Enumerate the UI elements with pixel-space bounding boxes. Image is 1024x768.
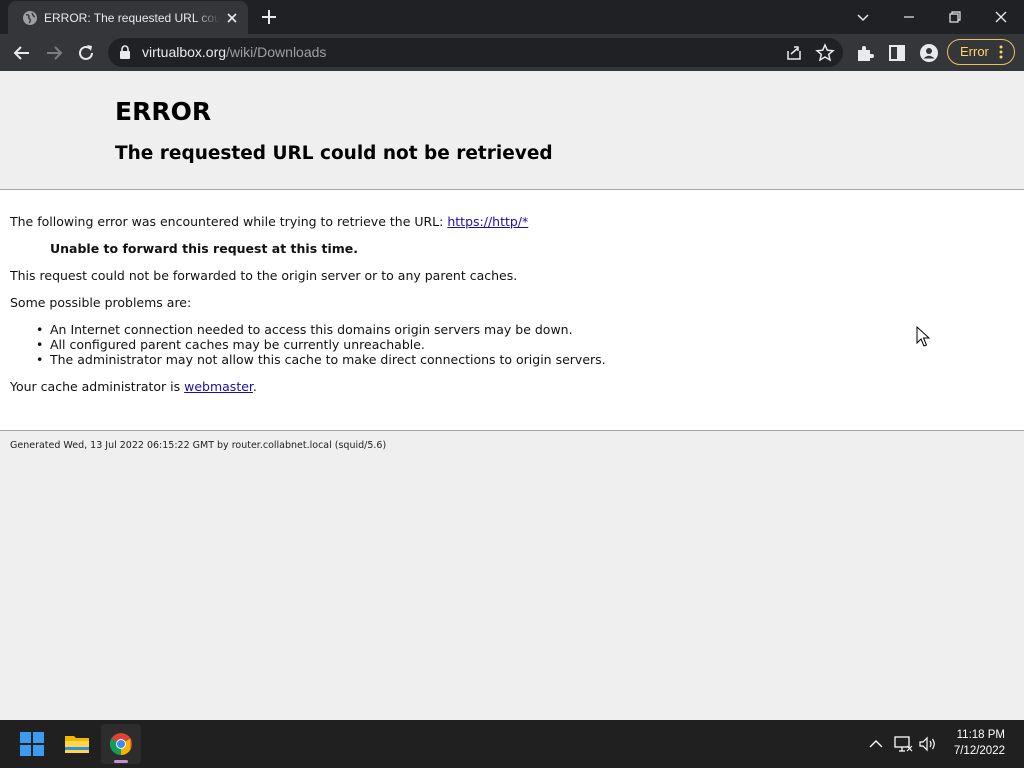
windows-start-icon: [20, 732, 44, 756]
taskbar: 11:18 PM 7/12/2022: [0, 720, 1024, 768]
new-tab-icon[interactable]: [259, 7, 279, 27]
lock-icon[interactable]: [118, 45, 132, 60]
error-pill-label: Error: [960, 44, 989, 59]
chrome-taskbar-button[interactable]: [101, 724, 141, 764]
error-content: The following error was encountered whil…: [0, 190, 1024, 431]
web-page: ERROR The requested URL could not be ret…: [0, 71, 1024, 720]
webmaster-link[interactable]: webmaster: [184, 379, 253, 394]
tab-search-chevron-icon[interactable]: [852, 6, 874, 28]
close-tab-icon[interactable]: [224, 10, 240, 26]
profile-icon[interactable]: [918, 42, 940, 64]
volume-icon[interactable]: [918, 734, 938, 754]
list-item: An Internet connection needed to access …: [36, 322, 573, 337]
tab-strip: ERROR: The requested URL could not be re…: [0, 0, 1024, 34]
list-item: All configured parent caches may be curr…: [36, 337, 425, 352]
share-icon[interactable]: [783, 42, 805, 64]
minimize-icon[interactable]: [898, 6, 920, 28]
close-window-icon[interactable]: [990, 6, 1012, 28]
page-subtitle: The requested URL could not be retrieved: [115, 143, 553, 164]
extensions-puzzle-icon[interactable]: [854, 42, 876, 64]
address-bar[interactable]: virtualbox.org/wiki/Downloads: [108, 38, 843, 67]
show-hidden-icons-chevron-icon[interactable]: [866, 734, 886, 754]
more-options-icon: [999, 45, 1003, 59]
restore-icon[interactable]: [944, 6, 966, 28]
generated-footer: Generated Wed, 13 Jul 2022 06:15:22 GMT …: [10, 440, 387, 451]
reload-icon[interactable]: [75, 42, 97, 64]
list-item: The administrator may not allow this cac…: [36, 352, 606, 367]
error-reason: Unable to forward this request at this t…: [50, 241, 359, 256]
browser-toolbar: virtualbox.org/wiki/Downloads Error: [0, 34, 1024, 72]
problems-heading: Some possible problems are:: [10, 295, 192, 310]
network-icon[interactable]: [893, 734, 913, 754]
url-text: virtualbox.org/wiki/Downloads: [142, 38, 326, 67]
folder-icon: [65, 736, 89, 753]
start-button[interactable]: [12, 724, 52, 764]
error-header: ERROR The requested URL could not be ret…: [0, 71, 1024, 190]
intro-line: The following error was encountered whil…: [10, 214, 528, 229]
tab-title: ERROR: The requested URL could not be re…: [44, 11, 220, 25]
url-domain: virtualbox.org: [142, 44, 227, 60]
admin-text: Your cache administrator is: [10, 379, 185, 394]
browser-tab-active[interactable]: ERROR: The requested URL could not be re…: [8, 1, 248, 34]
forward-arrow-icon[interactable]: [43, 42, 65, 64]
back-arrow-icon[interactable]: [11, 42, 33, 64]
clock-time[interactable]: 11:18 PM: [957, 729, 1005, 741]
chrome-icon: [110, 733, 132, 755]
globe-icon: [23, 11, 37, 25]
clock-date[interactable]: 7/12/2022: [954, 745, 1005, 757]
intro-text: The following error was encountered whil…: [10, 214, 448, 229]
url-path: /wiki/Downloads: [226, 44, 327, 60]
page-title: ERROR: [115, 97, 212, 126]
error-explanation: This request could not be forwarded to t…: [10, 268, 518, 283]
bookmark-star-icon[interactable]: [814, 42, 836, 64]
mouse-cursor-icon: [916, 326, 930, 347]
file-explorer-button[interactable]: [57, 724, 97, 764]
profile-error-button[interactable]: Error: [947, 39, 1015, 65]
admin-line: Your cache administrator is webmaster.: [10, 379, 257, 394]
requested-url-link[interactable]: https://http/*: [447, 214, 528, 229]
active-app-indicator: [114, 760, 128, 763]
side-panel-icon[interactable]: [886, 42, 908, 64]
